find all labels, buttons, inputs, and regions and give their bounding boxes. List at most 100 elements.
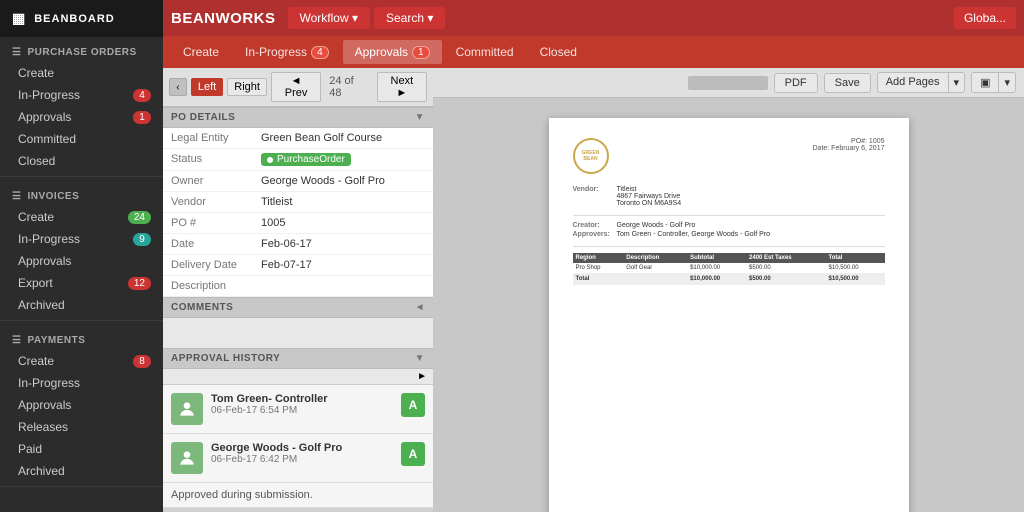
po-table-row: Delivery Date Feb-07-17: [163, 255, 433, 276]
add-pages-label[interactable]: Add Pages: [878, 73, 949, 92]
approval-info: Tom Green- Controller 06-Feb-17 6:54 PM: [211, 393, 393, 416]
sidebar-item-approvals[interactable]: Approvals: [0, 394, 163, 416]
doc-row-subtotal: $10,000.00: [687, 263, 746, 274]
sidebar-item-paid[interactable]: Paid: [0, 438, 163, 460]
doc-vendor-address2: Toronto ON M6A9S4: [617, 200, 682, 207]
main-content: BEANWORKS Workflow ▾ Search ▾ Globa... C…: [163, 0, 1024, 512]
status-dot: [267, 157, 273, 163]
sidebar-item-approvals[interactable]: Approvals1: [0, 106, 163, 128]
doc-total-amount: $10,500.00: [826, 274, 885, 285]
sidebar-badge: 4: [133, 89, 151, 102]
doc-logo-circle: GREENBEAN: [573, 138, 609, 174]
comments-title: COMMENTS: [171, 302, 233, 313]
sidebar-item-archived[interactable]: Archived: [0, 460, 163, 482]
nav-tab-committed[interactable]: Committed: [444, 40, 526, 64]
sidebar-item-committed[interactable]: Committed: [0, 128, 163, 150]
doc-approvers-value: Tom Green - Controller, George Woods - G…: [617, 231, 771, 238]
nav-tab-inprogress-label: In-Progress: [245, 45, 307, 59]
approval-item: Tom Green- Controller 06-Feb-17 6:54 PM …: [163, 385, 433, 434]
sidebar-item-label: Archived: [18, 464, 65, 478]
nav-tab-closed-label: Closed: [540, 45, 577, 59]
sidebar-item-create[interactable]: Create24: [0, 206, 163, 228]
doc-row-region: Pro Shop: [573, 263, 624, 274]
sidebar-item-releases[interactable]: Releases: [0, 416, 163, 438]
doc-preview: GREENBEAN PO#: 1005 Date: February 6, 20…: [433, 98, 1024, 512]
view-dropdown[interactable]: ▾: [999, 73, 1015, 92]
nav-tab-create-label: Create: [183, 45, 219, 59]
sidebar-item-label: Approvals: [18, 254, 71, 268]
po-field-value: Titleist: [253, 192, 433, 213]
next-button[interactable]: Next ►: [377, 72, 427, 102]
pdf-button[interactable]: PDF: [774, 73, 818, 93]
save-button[interactable]: Save: [824, 73, 871, 93]
po-field-value: Feb-07-17: [253, 255, 433, 276]
approval-history-toggle[interactable]: ▼: [415, 353, 425, 364]
doc-creator-section: Creator: George Woods - Golf Pro Approve…: [573, 222, 885, 238]
po-details-body: Legal Entity Green Bean Golf CourseStatu…: [163, 128, 433, 297]
sidebar-item-approvals[interactable]: Approvals: [0, 250, 163, 272]
search-button[interactable]: Search ▾: [374, 7, 445, 29]
doc-po-info: PO#: 1005 Date: February 6, 2017: [813, 138, 885, 152]
sidebar-item-label: Committed: [18, 132, 76, 146]
sidebar-item-label: Create: [18, 210, 54, 224]
doc-table-row: Pro Shop Golf Gear $10,000.00 $500.00 $1…: [573, 263, 885, 274]
nav-tab-create[interactable]: Create: [171, 40, 231, 64]
sidebar-item-label: Paid: [18, 442, 42, 456]
sidebar-item-in-progress[interactable]: In-Progress4: [0, 84, 163, 106]
view-icon[interactable]: ▣: [972, 73, 999, 92]
approval-history-body: Tom Green- Controller 06-Feb-17 6:54 PM …: [163, 385, 433, 508]
nav-tab-closed[interactable]: Closed: [528, 40, 589, 64]
sidebar-item-export[interactable]: Export12: [0, 272, 163, 294]
add-pages-dropdown[interactable]: ▾: [949, 73, 965, 92]
sidebar-item-label: In-Progress: [18, 376, 80, 390]
sidebar-item-label: Create: [18, 66, 54, 80]
sidebar-item-create[interactable]: Create: [0, 62, 163, 84]
left-button[interactable]: Left: [191, 78, 223, 96]
nav-tab-inprogress[interactable]: In-Progress 4: [233, 40, 341, 64]
workflow-button[interactable]: Workflow ▾: [288, 7, 370, 29]
doc-vendor-field: Vendor: Titleist 4867 Fairways Drive Tor…: [573, 186, 885, 207]
sidebar-item-closed[interactable]: Closed: [0, 150, 163, 172]
sidebar-item-label: Releases: [18, 420, 68, 434]
po-field-value: Green Bean Golf Course: [253, 128, 433, 149]
sidebar-badge: 8: [133, 355, 151, 368]
doc-po-number: PO#: 1005: [813, 138, 885, 145]
sidebar-item-in-progress[interactable]: In-Progress9: [0, 228, 163, 250]
po-table-row: Owner George Woods - Golf Pro: [163, 171, 433, 192]
po-field-value: PurchaseOrder: [253, 149, 433, 171]
po-field-label: Status: [163, 149, 253, 171]
nav-tab-approvals[interactable]: Approvals 1: [343, 40, 442, 64]
approval-badge: A: [401, 393, 425, 417]
collapse-button[interactable]: ‹: [169, 78, 187, 96]
comments-toggle[interactable]: ◄: [415, 302, 425, 313]
po-field-label: Legal Entity: [163, 128, 253, 149]
right-button[interactable]: Right: [227, 78, 267, 96]
approval-badge: A: [401, 442, 425, 466]
approval-date: 06-Feb-17 6:54 PM: [211, 405, 393, 416]
topbar-brand: BEANWORKS: [171, 10, 276, 27]
approval-history-title: APPROVAL HISTORY: [171, 353, 280, 364]
sidebar-brand-label: BEANBOARD: [34, 13, 115, 25]
doc-po-date: Date: February 6, 2017: [813, 145, 885, 152]
approval-name: Tom Green- Controller: [211, 393, 393, 405]
po-table-row: Vendor Titleist: [163, 192, 433, 213]
approval-name: George Woods - Golf Pro: [211, 442, 393, 454]
sidebar-item-in-progress[interactable]: In-Progress: [0, 372, 163, 394]
sidebar-item-create[interactable]: Create 8: [0, 350, 163, 372]
doc-total-label: Total: [573, 274, 688, 285]
sidebar-item-label: In-Progress: [18, 232, 80, 246]
po-field-value: George Woods - Golf Pro: [253, 171, 433, 192]
doc-row-desc: Golf Gear: [623, 263, 687, 274]
sidebar-item-label: Archived: [18, 298, 65, 312]
prev-button[interactable]: ◄ Prev: [271, 72, 321, 102]
sidebar-item-archived[interactable]: Archived: [0, 294, 163, 316]
approval-history-nav[interactable]: ►: [417, 371, 427, 382]
view-split: ▣ ▾: [971, 72, 1016, 93]
nav-tab-approvals-label: Approvals: [355, 45, 408, 59]
global-button[interactable]: Globa...: [954, 7, 1016, 29]
sidebar-item-label: Create: [18, 354, 54, 368]
po-details-toggle[interactable]: ▼: [415, 112, 425, 123]
page-info: 24 of 48: [329, 75, 368, 99]
po-field-label: Vendor: [163, 192, 253, 213]
doc-vendor-section: Vendor: Titleist 4867 Fairways Drive Tor…: [573, 186, 885, 207]
